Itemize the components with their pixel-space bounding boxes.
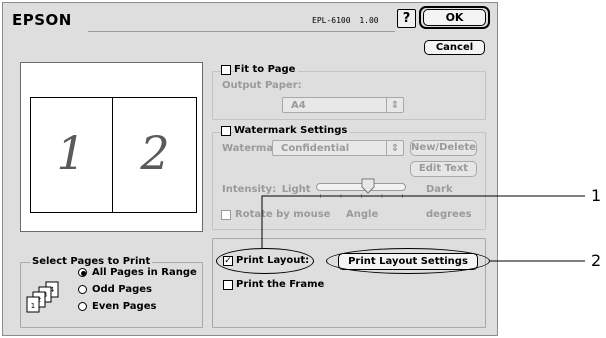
callout-label-1: 1 <box>591 186 602 205</box>
callout-label-2: 2 <box>591 251 602 270</box>
callout-lines <box>261 195 585 262</box>
